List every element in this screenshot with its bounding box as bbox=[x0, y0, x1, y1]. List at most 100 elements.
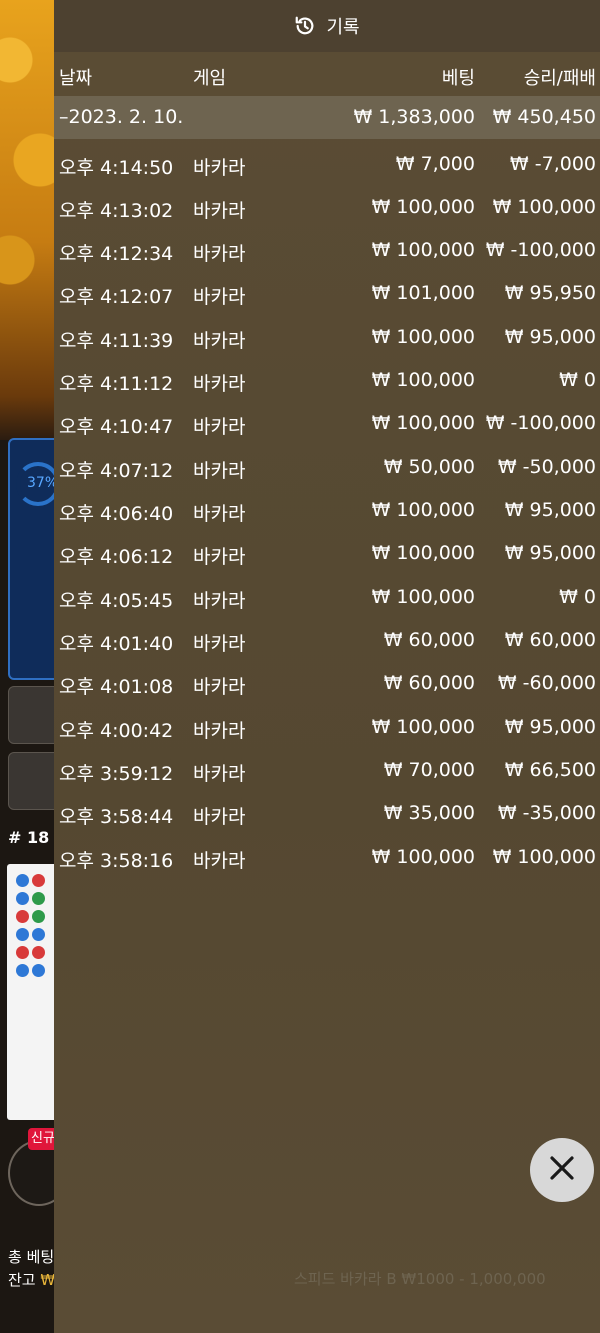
table-row[interactable]: 오후 4:06:40 바카라 ₩ 100,000 ₩ 95,000 bbox=[54, 489, 600, 532]
row-game: 바카라 bbox=[193, 720, 246, 742]
row-result: ₩ -7,000 bbox=[509, 153, 596, 175]
row-bet: ₩ 101,000 bbox=[371, 282, 475, 304]
row-game: 바카라 bbox=[193, 157, 246, 179]
row-bet: ₩ 100,000 bbox=[371, 326, 475, 348]
background-table-pattern bbox=[0, 0, 54, 440]
row-result: ₩ 100,000 bbox=[492, 196, 596, 218]
row-time: 오후 4:06:40 bbox=[59, 503, 174, 525]
row-game: 바카라 bbox=[193, 200, 246, 222]
round-number: # 18 bbox=[8, 828, 50, 847]
row-bet: ₩ 60,000 bbox=[383, 672, 475, 694]
row-bet: ₩ 35,000 bbox=[383, 802, 475, 824]
row-bet: ₩ 100,000 bbox=[371, 542, 475, 564]
row-game: 바카라 bbox=[193, 503, 246, 525]
row-game: 바카라 bbox=[193, 416, 246, 438]
row-result: ₩ -100,000 bbox=[485, 239, 596, 261]
row-game: 바카라 bbox=[193, 243, 246, 265]
row-bet: ₩ 50,000 bbox=[383, 456, 475, 478]
table-row[interactable]: 오후 4:11:12 바카라 ₩ 100,000 ₩ 0 bbox=[54, 359, 600, 402]
row-result: ₩ -35,000 bbox=[497, 802, 596, 824]
bead bbox=[16, 910, 29, 923]
row-game: 바카라 bbox=[193, 590, 246, 612]
table-row[interactable]: 오후 4:07:12 바카라 ₩ 50,000 ₩ -50,000 bbox=[54, 446, 600, 489]
table-row[interactable]: 오후 4:11:39 바카라 ₩ 100,000 ₩ 95,000 bbox=[54, 316, 600, 359]
player-pair-button[interactable] bbox=[8, 752, 54, 810]
row-result: ₩ -50,000 bbox=[497, 456, 596, 478]
row-bet: ₩ 100,000 bbox=[371, 196, 475, 218]
table-row[interactable]: 오후 3:59:12 바카라 ₩ 70,000 ₩ 66,500 bbox=[54, 749, 600, 792]
row-bet: ₩ 100,000 bbox=[371, 412, 475, 434]
bead-road bbox=[7, 864, 54, 1120]
table-row[interactable]: 오후 3:58:16 바카라 ₩ 100,000 ₩ 100,000 bbox=[54, 836, 600, 879]
history-header: 기록 bbox=[54, 0, 600, 52]
row-time: 오후 3:58:16 bbox=[59, 850, 174, 872]
balance-line: 잔고 ₩450 bbox=[8, 1269, 54, 1290]
row-time: 오후 4:11:39 bbox=[59, 330, 174, 352]
date-summary-row[interactable]: –2023. 2. 10. ₩ 1,383,000 ₩ 450,450 bbox=[54, 96, 600, 139]
new-badge: 신규 bbox=[28, 1128, 54, 1150]
row-result: ₩ 95,000 bbox=[504, 326, 596, 348]
row-bet: ₩ 100,000 bbox=[371, 586, 475, 608]
table-row[interactable]: 오후 4:01:08 바카라 ₩ 60,000 ₩ -60,000 bbox=[54, 662, 600, 705]
table-row[interactable]: 오후 4:05:45 바카라 ₩ 100,000 ₩ 0 bbox=[54, 576, 600, 619]
row-time: 오후 3:59:12 bbox=[59, 763, 174, 785]
table-row[interactable]: 오후 3:58:44 바카라 ₩ 35,000 ₩ -35,000 bbox=[54, 792, 600, 835]
row-bet: ₩ 100,000 bbox=[371, 499, 475, 521]
column-game: 게임 bbox=[193, 68, 227, 89]
row-game: 바카라 bbox=[193, 676, 246, 698]
bead bbox=[32, 874, 45, 887]
row-bet: ₩ 100,000 bbox=[371, 369, 475, 391]
row-result: ₩ 100,000 bbox=[492, 846, 596, 868]
row-result: ₩ -60,000 bbox=[497, 672, 596, 694]
table-row[interactable]: 오후 4:13:02 바카라 ₩ 100,000 ₩ 100,000 bbox=[54, 186, 600, 229]
bead bbox=[32, 910, 45, 923]
total-bet-label: 총 베팅금 ₩0 bbox=[8, 1248, 54, 1266]
bead bbox=[16, 946, 29, 959]
bead bbox=[32, 928, 45, 941]
summary-result: ₩ 450,450 bbox=[492, 106, 596, 128]
bead bbox=[16, 928, 29, 941]
table-row[interactable]: 오후 4:12:34 바카라 ₩ 100,000 ₩ -100,000 bbox=[54, 229, 600, 272]
row-result: ₩ 95,000 bbox=[504, 716, 596, 738]
balance-value: ₩450 bbox=[40, 1271, 54, 1289]
bead bbox=[16, 964, 29, 977]
timer-percent: 37% bbox=[27, 475, 54, 491]
row-result: ₩ -100,000 bbox=[485, 412, 596, 434]
table-row[interactable]: 오후 4:06:12 바카라 ₩ 100,000 ₩ 95,000 bbox=[54, 532, 600, 575]
column-bet: 베팅 bbox=[441, 68, 475, 89]
row-game: 바카라 bbox=[193, 330, 246, 352]
row-time: 오후 4:11:12 bbox=[59, 373, 174, 395]
row-game: 바카라 bbox=[193, 850, 246, 872]
history-title: 기록 bbox=[326, 17, 360, 38]
table-row[interactable]: 오후 4:10:47 바카라 ₩ 100,000 ₩ -100,000 bbox=[54, 402, 600, 445]
table-name-ghost: 스피드 바카라 B ₩1000 - 1,000,000 bbox=[294, 1270, 546, 1288]
background-game-ui: 37% # 18 신규 총 베팅금 ₩0 잔고 ₩450 bbox=[0, 0, 54, 1333]
player-bet-button[interactable] bbox=[8, 686, 54, 744]
column-date: 날짜 bbox=[59, 68, 93, 89]
table-row[interactable]: 오후 4:14:50 바카라 ₩ 7,000 ₩ -7,000 bbox=[54, 143, 600, 186]
row-bet: ₩ 70,000 bbox=[383, 759, 475, 781]
row-result: ₩ 0 bbox=[559, 369, 596, 391]
row-bet: ₩ 100,000 bbox=[371, 846, 475, 868]
row-game: 바카라 bbox=[193, 286, 246, 308]
row-time: 오후 3:58:44 bbox=[59, 806, 174, 828]
history-panel: 기록 날짜 게임 베팅 승리/패배 –2023. 2. 10. ₩ 1,383,… bbox=[54, 0, 600, 1333]
table-row[interactable]: 오후 4:12:07 바카라 ₩ 101,000 ₩ 95,950 bbox=[54, 272, 600, 315]
close-icon bbox=[548, 1154, 576, 1186]
row-bet: ₩ 60,000 bbox=[383, 629, 475, 651]
row-bet: ₩ 100,000 bbox=[371, 239, 475, 261]
summary-date: –2023. 2. 10. bbox=[59, 106, 184, 128]
row-time: 오후 4:12:07 bbox=[59, 286, 174, 308]
row-game: 바카라 bbox=[193, 373, 246, 395]
row-bet: ₩ 100,000 bbox=[371, 716, 475, 738]
table-row[interactable]: 오후 4:01:40 바카라 ₩ 60,000 ₩ 60,000 bbox=[54, 619, 600, 662]
table-row[interactable]: 오후 4:00:42 바카라 ₩ 100,000 ₩ 95,000 bbox=[54, 706, 600, 749]
row-game: 바카라 bbox=[193, 546, 246, 568]
row-game: 바카라 bbox=[193, 763, 246, 785]
close-button[interactable] bbox=[530, 1138, 594, 1202]
row-result: ₩ 60,000 bbox=[504, 629, 596, 651]
row-game: 바카라 bbox=[193, 806, 246, 828]
row-time: 오후 4:01:08 bbox=[59, 676, 174, 698]
bead bbox=[16, 874, 29, 887]
row-time: 오후 4:13:02 bbox=[59, 200, 174, 222]
